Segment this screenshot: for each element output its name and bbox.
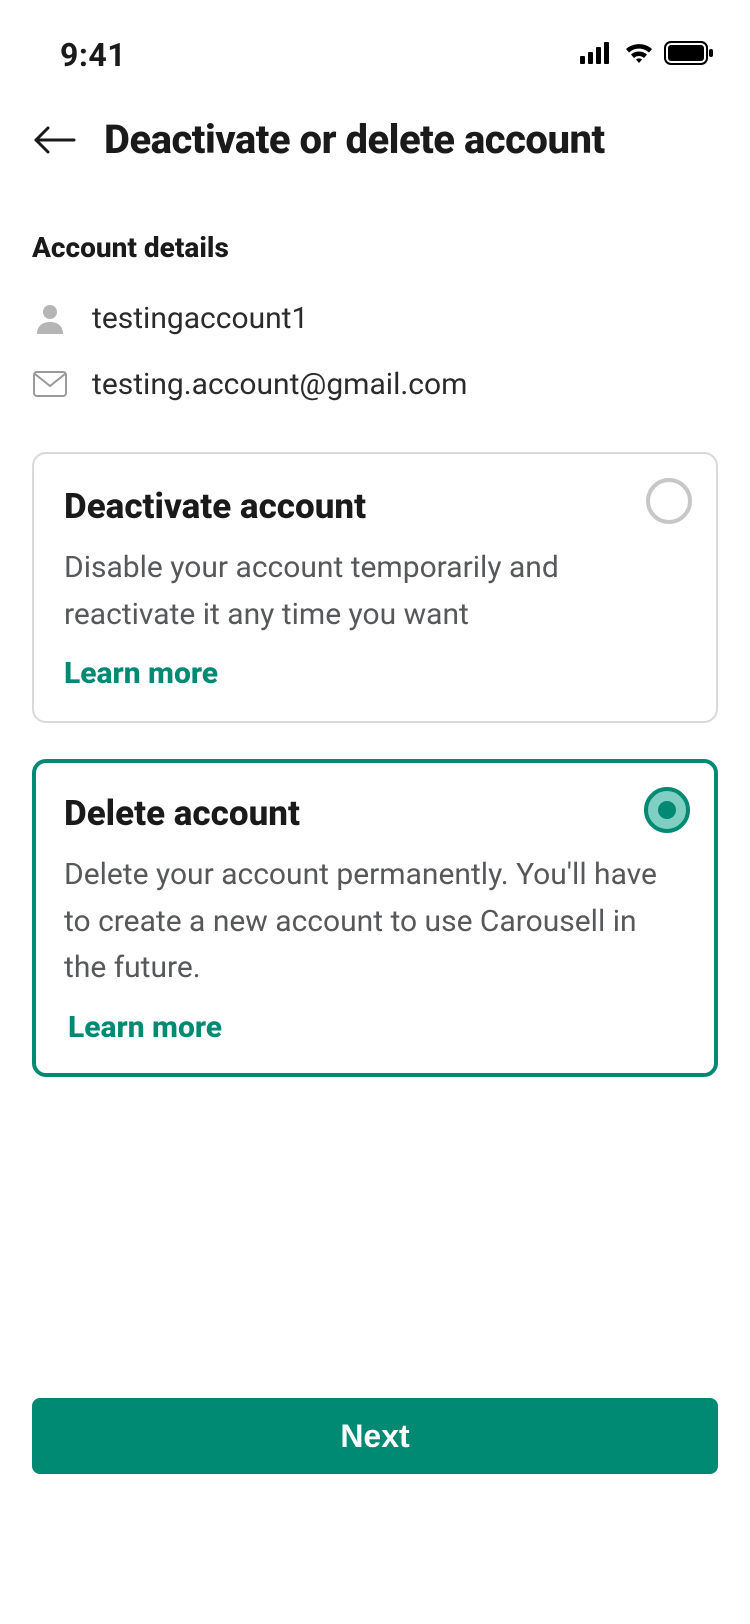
status-indicators (580, 41, 714, 69)
deactivate-option-card[interactable]: Deactivate account Disable your account … (32, 452, 718, 723)
options-container: Deactivate account Disable your account … (0, 420, 750, 1077)
envelope-icon (32, 366, 68, 402)
account-details-label: Account details (0, 183, 750, 288)
wifi-icon (624, 42, 654, 68)
account-email: testing.account@gmail.com (92, 367, 467, 402)
deactivate-description: Disable your account temporarily and rea… (64, 545, 686, 638)
radio-deactivate[interactable] (646, 478, 692, 524)
account-email-row: testing.account@gmail.com (0, 354, 750, 420)
status-bar: 9:41 (0, 0, 750, 88)
status-time: 9:41 (60, 36, 126, 74)
page-title: Deactivate or delete account (104, 116, 605, 163)
delete-title: Delete account (64, 793, 686, 834)
delete-description: Delete your account permanently. You'll … (64, 852, 686, 992)
battery-icon (664, 41, 714, 69)
account-username: testingaccount1 (92, 301, 308, 336)
delete-option-card[interactable]: Delete account Delete your account perma… (32, 759, 718, 1077)
back-button[interactable] (32, 118, 76, 162)
next-button[interactable]: Next (32, 1398, 718, 1474)
deactivate-learn-more-link[interactable]: Learn more (64, 656, 218, 691)
page-header: Deactivate or delete account (0, 88, 750, 183)
cellular-icon (580, 42, 614, 68)
account-username-row: testingaccount1 (0, 288, 750, 354)
delete-learn-more-link[interactable]: Learn more (64, 1010, 222, 1045)
radio-delete[interactable] (644, 787, 690, 833)
arrow-left-icon (32, 124, 76, 156)
deactivate-title: Deactivate account (64, 486, 686, 527)
footer: Next (0, 1398, 750, 1624)
person-icon (32, 300, 68, 336)
